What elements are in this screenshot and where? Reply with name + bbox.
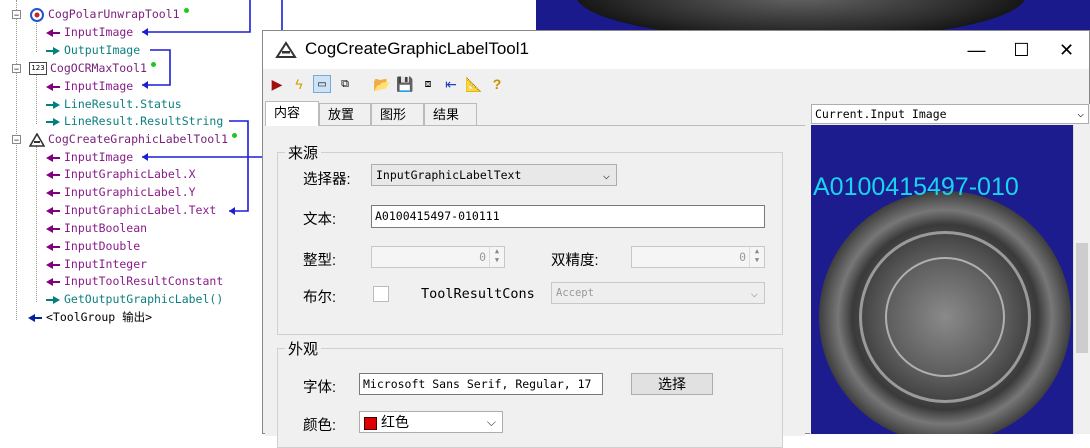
spin-arrows-icon[interactable]: ▲ ▼ [749,247,764,267]
tab-panel-content: 来源 选择器: InputGraphicLabelText ⌵ 文本: A0100… [265,125,805,448]
part-image [576,0,1026,34]
double-stepper[interactable]: 0 ▲ ▼ [631,246,765,268]
reset-icon[interactable]: ⇤ [442,75,460,93]
image-viewer: Current.Input Image ⌵ A0100415497-010 [810,104,1090,434]
tool-result-dropdown[interactable]: Accept ⌵ [551,282,765,304]
open-folder-icon[interactable]: 📂 [373,75,391,93]
tool-tree: − CogPolarUnwrapTool1 InputImage OutputI… [0,0,262,434]
tab-graphics[interactable]: 图形 [371,103,424,125]
font-field[interactable]: Microsoft Sans Serif, Regular, 17 [359,373,603,395]
selector-dropdown[interactable]: InputGraphicLabelText ⌵ [371,164,617,186]
font-label: 字体: [303,380,337,396]
save-as-icon[interactable]: ⧈ [419,75,437,93]
help-icon[interactable]: ? [488,75,506,93]
selector-label: 选择器: [303,172,351,188]
source-group-title: 来源 [285,142,322,163]
chevron-down-icon: ⌵ [1077,107,1084,120]
chevron-down-icon: ⌵ [486,415,496,429]
dialog-titlebar[interactable]: CogCreateGraphicLabelTool1 — ☐ ✕ [263,31,1089,69]
choose-font-button[interactable]: 选择 [631,373,713,395]
boolean-checkbox[interactable] [373,286,389,302]
double-label: 双精度: [551,253,599,269]
graphic-label-overlay: A0100415497-010 [813,173,1019,201]
chevron-down-icon: ⌵ [750,286,758,300]
maximize-button[interactable]: ☐ [999,31,1044,69]
run-icon[interactable]: ▶ [268,75,286,93]
viewer-scrollbar[interactable] [1073,125,1090,434]
integer-label: 整型: [303,253,337,269]
text-label: 文本: [303,212,337,228]
appearance-group-title: 外观 [285,338,322,359]
electric-run-icon[interactable]: ϟ [290,75,308,93]
appearance-group [277,348,783,448]
dialog-title: CogCreateGraphicLabelTool1 [305,39,529,58]
color-dropdown[interactable]: 红色 ⌵ [359,411,503,433]
measure-icon[interactable]: 📐 [465,75,483,93]
minimize-button[interactable]: — [954,31,999,69]
tab-content[interactable]: 内容 [265,101,319,126]
close-button[interactable]: ✕ [1044,31,1089,69]
part-ring [885,257,1005,377]
text-input[interactable]: A0100415497-010111 [371,205,765,228]
chevron-down-icon: ⌵ [602,168,610,182]
image-selector-dropdown[interactable]: Current.Input Image ⌵ [811,104,1089,124]
tab-results[interactable]: 结果 [424,103,477,125]
scrollbar-thumb[interactable] [1076,243,1088,353]
display-icon[interactable]: ▭ [313,75,331,93]
tool-result-constant-label: ToolResultCons [421,286,535,302]
spin-arrows-icon[interactable]: ▲ ▼ [489,247,504,267]
save-icon[interactable]: 💾 [396,75,414,93]
integer-stepper[interactable]: 0 ▲ ▼ [371,246,505,268]
tab-placement[interactable]: 放置 [319,103,371,125]
boolean-label: 布尔: [303,290,337,306]
background-image-view [536,0,1090,34]
color-label: 颜色: [303,418,337,434]
link-lines [142,0,262,215]
color-swatch [364,416,377,430]
dialog-toolbar: ▶ ϟ ▭ ⧉ 📂 💾 ⧈ ⇤ 📐 ? [263,70,1089,100]
graphic-label-icon [275,41,297,64]
local-graphics-icon[interactable]: ⧉ [336,75,354,93]
image-display[interactable]: A0100415497-010 [811,125,1073,434]
